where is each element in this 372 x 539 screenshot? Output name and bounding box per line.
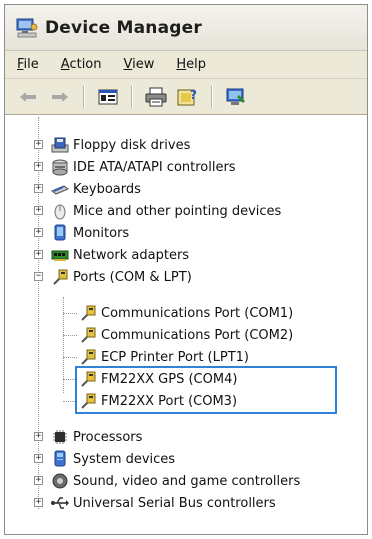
- expand-toggle[interactable]: +: [34, 162, 43, 171]
- tree-node-floppy-disk-drives[interactable]: + Floppy disk drives: [23, 135, 190, 155]
- properties-button[interactable]: [97, 86, 119, 108]
- help-icon: ?: [177, 88, 197, 105]
- expand-toggle[interactable]: +: [34, 498, 43, 507]
- forward-button[interactable]: [49, 86, 71, 108]
- toolbar-separator: [131, 85, 133, 108]
- back-button[interactable]: [17, 86, 39, 108]
- system-device-icon: [54, 450, 66, 467]
- port-icon: [81, 349, 96, 365]
- tree-node-ports[interactable]: − Ports (COM & LPT): [23, 267, 192, 287]
- network-adapter-icon: [51, 250, 69, 261]
- node-label: Communications Port (COM1): [101, 305, 294, 321]
- ide-controller-icon: [52, 159, 68, 176]
- node-label: Floppy disk drives: [73, 137, 191, 153]
- tree-node-keyboards[interactable]: + Keyboards: [23, 179, 141, 199]
- processor-icon: [53, 430, 67, 444]
- tree-node-com1[interactable]: Communications Port (COM1): [79, 303, 293, 323]
- svg-text:?: ?: [190, 88, 197, 102]
- floppy-drive-icon: [51, 137, 69, 153]
- menu-file[interactable]: File: [17, 57, 39, 72]
- monitor-icon: [54, 224, 66, 241]
- expand-toggle[interactable]: +: [34, 228, 43, 237]
- toolbar-separator: [211, 85, 213, 108]
- device-manager-icon: [16, 18, 38, 37]
- scan-hardware-icon: [226, 88, 245, 105]
- toolbar-separator: [83, 85, 85, 108]
- node-label: Mice and other pointing devices: [73, 203, 282, 219]
- tree-guide-line: [63, 357, 77, 358]
- print-icon: [145, 87, 167, 106]
- tree-node-sound-video-game[interactable]: + Sound, video and game controllers: [23, 471, 300, 491]
- expand-toggle[interactable]: +: [34, 476, 43, 485]
- tree-node-mice[interactable]: + Mice and other pointing devices: [23, 201, 281, 221]
- sound-icon: [52, 473, 68, 489]
- print-button[interactable]: [145, 86, 167, 108]
- node-label: Sound, video and game controllers: [73, 473, 301, 489]
- node-label: Processors: [73, 429, 143, 445]
- expand-toggle[interactable]: +: [34, 206, 43, 215]
- expand-toggle[interactable]: +: [34, 250, 43, 259]
- menu-help[interactable]: Help: [176, 57, 206, 72]
- tree-node-lpt1[interactable]: ECP Printer Port (LPT1): [79, 347, 249, 367]
- help-button[interactable]: ?: [177, 86, 199, 108]
- port-icon: [81, 305, 96, 321]
- port-icon: [53, 269, 68, 285]
- tree-guide-line: [63, 335, 77, 336]
- properties-icon: [98, 89, 118, 104]
- menu-bar: File Action View Help: [5, 51, 367, 79]
- tree-node-processors[interactable]: + Processors: [23, 427, 142, 447]
- usb-icon: [51, 497, 69, 509]
- fm22xx-highlight-box: [75, 366, 337, 414]
- tree-node-network-adapters[interactable]: + Network adapters: [23, 245, 189, 265]
- node-label: IDE ATA/ATAPI controllers: [73, 159, 236, 175]
- node-label: Keyboards: [73, 181, 141, 197]
- collapse-toggle[interactable]: −: [34, 272, 43, 281]
- scan-hardware-button[interactable]: [225, 86, 247, 108]
- menu-view[interactable]: View: [124, 57, 155, 72]
- node-label: Network adapters: [73, 247, 190, 263]
- tree-node-monitors[interactable]: + Monitors: [23, 223, 129, 243]
- toolbar: ?: [5, 79, 367, 115]
- back-arrow-icon: [20, 91, 36, 102]
- tree-node-usb-controllers[interactable]: + Universal Serial Bus controllers: [23, 493, 276, 513]
- window-title: Device Manager: [45, 17, 202, 38]
- expand-toggle[interactable]: +: [34, 184, 43, 193]
- device-manager-window: Device Manager File Action View Help ? +…: [4, 4, 368, 535]
- tree-node-ide-controllers[interactable]: + IDE ATA/ATAPI controllers: [23, 157, 236, 177]
- node-label: Monitors: [73, 225, 130, 241]
- node-label: Ports (COM & LPT): [73, 269, 192, 285]
- expand-toggle[interactable]: +: [34, 454, 43, 463]
- tree-node-system-devices[interactable]: + System devices: [23, 449, 175, 469]
- tree-guide-line: [63, 313, 77, 314]
- node-label: ECP Printer Port (LPT1): [101, 349, 249, 365]
- port-icon: [81, 327, 96, 343]
- forward-arrow-icon: [52, 91, 68, 102]
- node-label: Communications Port (COM2): [101, 327, 294, 343]
- node-label: Universal Serial Bus controllers: [73, 495, 276, 511]
- tree-node-com2[interactable]: Communications Port (COM2): [79, 325, 293, 345]
- title-bar[interactable]: Device Manager: [5, 5, 367, 51]
- menu-action[interactable]: Action: [61, 57, 102, 72]
- mouse-icon: [54, 204, 66, 220]
- expand-toggle[interactable]: +: [34, 432, 43, 441]
- keyboard-icon: [51, 185, 69, 195]
- node-label: System devices: [73, 451, 176, 467]
- expand-toggle[interactable]: +: [34, 140, 43, 149]
- device-tree: + Floppy disk drives + IDE ATA/ATAPI con…: [5, 117, 367, 534]
